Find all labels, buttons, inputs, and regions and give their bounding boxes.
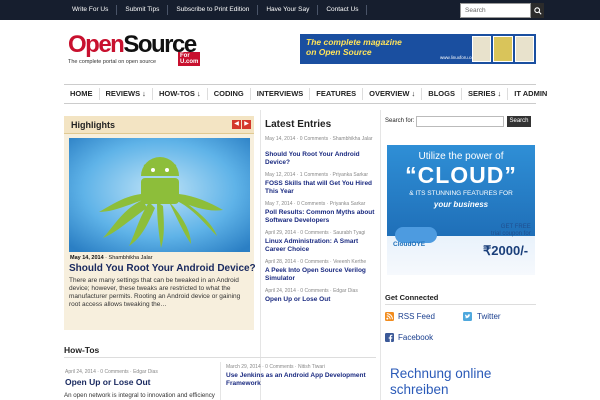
nav-interviews[interactable]: INTERVIEWS — [251, 88, 311, 100]
howto-headline[interactable]: Open Up or Lose Out — [65, 377, 150, 387]
logo-open: Open — [68, 31, 125, 58]
howto-meta: March 29, 2014 · 0 Comments · Nitish Tiw… — [226, 364, 325, 370]
entry-meta: May 12, 2014 · 1 Comments · Priyanka Sar… — [265, 172, 369, 178]
get-connected-title: Get Connected — [385, 293, 439, 302]
rechnung-ad[interactable]: Rechnung online schreiben — [390, 366, 491, 398]
banner-line2: on Open Source — [306, 47, 372, 57]
highlights-header: Highlights ◀ ▶ — [64, 116, 254, 134]
divider — [385, 304, 536, 305]
topnav-subscribe[interactable]: Subscribe to Print Edition — [168, 5, 259, 15]
twitter-icon[interactable] — [463, 312, 472, 321]
entry-meta: April 28, 2014 · 0 Comments · Veeenh Ker… — [265, 259, 367, 265]
highlight-meta: May 14, 2014 · Shambhikha Jalar — [70, 255, 153, 261]
entry-link[interactable]: Linux Administration: A Smart Career Cho… — [265, 238, 375, 254]
ad-free-text: GET FREE trial coupon for — [491, 224, 531, 238]
nav-overview[interactable]: OVERVIEW ↓ — [363, 88, 423, 100]
search-icon — [533, 6, 542, 15]
topnav-contact-us[interactable]: Contact Us — [318, 5, 368, 15]
sidebar-search-button[interactable]: Search — [507, 116, 531, 127]
nav-how-tos[interactable]: HOW-TOS ↓ — [153, 88, 208, 100]
how-tos-title: How-Tos — [64, 345, 100, 355]
banner-line1: The complete magazine — [306, 37, 402, 47]
entry-link[interactable]: A Peek Into Open Source Verilog Simulato… — [265, 267, 375, 283]
prev-arrow-icon[interactable]: ◀ — [232, 120, 241, 129]
ad-line2: “CLOUD” — [405, 162, 517, 188]
entry-link[interactable]: Open Up or Lose Out — [265, 296, 375, 304]
ad-free1: GET FREE — [500, 224, 531, 230]
howto-excerpt: An open network is integral to innovatio… — [64, 392, 215, 399]
highlights-title: Highlights — [71, 120, 115, 130]
entry-meta: May 7, 2014 · 0 Comments · Priyanka Sark… — [265, 201, 366, 207]
twitter-link[interactable]: Twitter — [477, 312, 501, 321]
column-divider — [220, 362, 221, 400]
logo-foru: For U.com — [178, 52, 201, 66]
highlight-image[interactable] — [69, 138, 250, 252]
divider — [64, 357, 376, 358]
android-octopus-icon — [69, 138, 250, 252]
nav-it-admin[interactable]: IT ADMIN — [508, 88, 553, 100]
nav-blogs[interactable]: BLOGS — [422, 88, 462, 100]
topnav-have-your-say[interactable]: Have Your Say — [258, 5, 319, 15]
facebook-icon[interactable] — [385, 333, 394, 342]
highlight-headline[interactable]: Should You Root Your Android Device? — [69, 263, 256, 274]
entry-meta: May 14, 2014 · 0 Comments · Shambhikha J… — [265, 136, 373, 142]
ad-free2: trial coupon for — [491, 231, 531, 237]
nav-reviews[interactable]: REVIEWS ↓ — [100, 88, 153, 100]
column-divider — [380, 110, 381, 400]
top-search-input[interactable]: Search — [460, 3, 531, 18]
topnav-write-for-us[interactable]: Write For Us — [64, 5, 118, 15]
topnav-submit-tips[interactable]: Submit Tips — [117, 5, 169, 15]
entry-link[interactable]: Should You Root Your Android Device? — [265, 151, 375, 167]
highlight-author[interactable]: Shambhikha Jalar — [109, 255, 153, 261]
howto-link[interactable]: Use Jenkins as an Android App Developmen… — [226, 372, 376, 388]
howto-meta: April 24, 2014 · 0 Comments · Edgar Dias — [65, 369, 158, 375]
nav-features[interactable]: FEATURES — [310, 88, 364, 100]
cloud-ad-banner[interactable]: Utilize the power of “CLOUD” & ITS STUNN… — [387, 145, 535, 275]
site-logo[interactable]: OpenSource For U.com The complete portal… — [68, 31, 201, 72]
sidebar-search-label: Search for: — [385, 118, 415, 124]
highlight-date: May 14, 2014 — [70, 255, 104, 261]
magazine-banner[interactable]: The complete magazine on Open Source www.… — [300, 34, 536, 64]
entry-link[interactable]: FOSS Skills that will Get You Hired This… — [265, 180, 375, 196]
latest-entries-title: Latest Entries — [265, 119, 332, 130]
next-arrow-icon[interactable]: ▶ — [242, 120, 251, 129]
entry-meta: April 24, 2014 · 0 Comments · Edgar Dias — [265, 288, 358, 294]
nav-coding[interactable]: CODING — [208, 88, 251, 100]
entry-meta: April 29, 2014 · 0 Comments · Saurabh Ty… — [265, 230, 366, 236]
top-search-button[interactable] — [531, 3, 544, 18]
ad-price: ₹2000/- — [483, 243, 529, 258]
top-nav: Write For Us Submit Tips Subscribe to Pr… — [64, 0, 368, 20]
facebook-link[interactable]: Facebook — [398, 333, 433, 342]
main-nav: HOME REVIEWS ↓ HOW-TOS ↓ CODING INTERVIE… — [64, 84, 547, 104]
sidebar-search-input[interactable] — [416, 116, 504, 127]
rss-feed-link[interactable]: RSS Feed — [398, 312, 435, 321]
rechnung-line2: schreiben — [390, 382, 449, 397]
ad-brand: CloudOYE — [393, 241, 426, 248]
entry-link[interactable]: Poll Results: Common Myths about Softwar… — [265, 209, 375, 225]
nav-home[interactable]: HOME — [64, 88, 100, 100]
ad-line4: your business — [433, 200, 489, 209]
rechnung-line1: Rechnung online — [390, 366, 492, 381]
highlight-excerpt: There are many settings that can be twea… — [69, 277, 241, 308]
magazine-covers — [472, 36, 534, 62]
rss-icon[interactable] — [385, 312, 394, 321]
ad-line1: Utilize the power of — [418, 151, 504, 162]
ad-line3: & ITS STUNNING FEATURES FOR — [409, 190, 513, 197]
nav-series[interactable]: SERIES ↓ — [462, 88, 509, 100]
